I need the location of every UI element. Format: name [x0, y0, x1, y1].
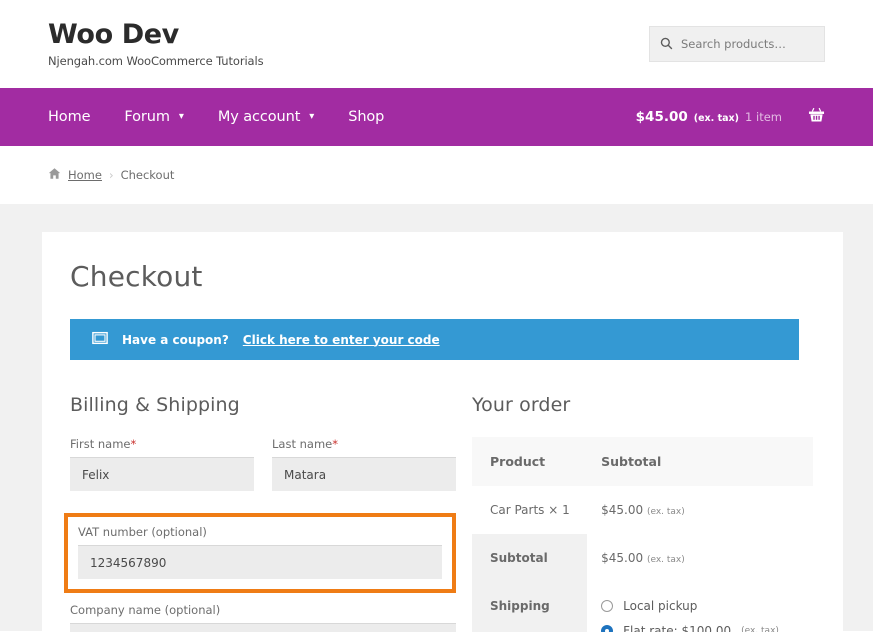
coupon-notice[interactable]: Have a coupon? Click here to enter your … — [70, 319, 799, 360]
coupon-text: Have a coupon? — [122, 332, 229, 347]
line-item-tax-note: (ex. tax) — [646, 507, 685, 517]
required-marker: * — [332, 437, 338, 451]
shipping-option-tax-note: (ex. tax) — [741, 626, 779, 632]
last-name-label: Last name* — [272, 437, 456, 451]
breadcrumb: Home › Checkout — [0, 146, 873, 204]
product-search-box[interactable] — [649, 26, 825, 62]
field-first-name: First name* — [70, 437, 254, 491]
site-tagline: Njengah.com WooCommerce Tutorials — [48, 54, 264, 69]
shipping-option-flat-rate[interactable]: Flat rate: $100.00 (ex. tax) — [601, 624, 813, 632]
radio-local-pickup[interactable] — [601, 600, 614, 612]
cart-item-count: 1 item — [745, 110, 782, 124]
cart-tax-note: (ex. tax) — [693, 113, 740, 124]
shipping-option-label: Local pickup — [623, 599, 698, 613]
order-table-header-row: Product Subtotal — [472, 437, 813, 486]
line-item-price-cell: $45.00 (ex. tax) — [587, 486, 813, 534]
radio-flat-rate[interactable] — [601, 625, 614, 632]
order-table-head: Product Subtotal — [472, 437, 813, 486]
table-row-subtotal: Subtotal $45.00 (ex. tax) — [472, 534, 813, 582]
content-card: Checkout Have a coupon? Click here to en… — [42, 232, 843, 632]
breadcrumb-separator: › — [108, 168, 114, 182]
vat-number-highlight-box: VAT number (optional) — [64, 513, 456, 593]
home-icon — [48, 167, 61, 183]
first-name-input[interactable] — [70, 457, 254, 491]
nav-item-label: Shop — [348, 109, 385, 125]
page-body: Checkout Have a coupon? Click here to en… — [0, 204, 873, 632]
nav-item-my-account[interactable]: My account ▾ — [218, 109, 314, 125]
first-name-label: First name* — [70, 437, 254, 451]
shopping-basket-icon[interactable] — [808, 107, 825, 127]
shipping-label: Shipping — [472, 582, 588, 632]
ticket-icon — [92, 331, 108, 348]
subtotal-label: Subtotal — [472, 534, 588, 582]
shipping-option-local-pickup[interactable]: Local pickup — [601, 599, 813, 613]
vat-number-label: VAT number (optional) — [78, 525, 207, 539]
field-vat-number: VAT number (optional) — [78, 525, 442, 579]
vat-number-input[interactable] — [78, 545, 442, 579]
search-icon — [660, 35, 673, 54]
name-row: First name* Last name* — [70, 437, 456, 507]
search-input[interactable] — [681, 37, 814, 51]
subtotal-price: $45.00 — [601, 551, 644, 565]
cart-area: $45.00 (ex. tax) 1 item — [636, 107, 825, 127]
line-item-quantity: × 1 — [548, 503, 570, 517]
chevron-down-icon: ▾ — [178, 111, 184, 122]
nav-item-forum[interactable]: Forum ▾ — [124, 109, 184, 125]
company-name-label: Company name (optional) — [70, 603, 221, 617]
shipping-options-cell: Local pickup Flat rate: $100.00 (ex. tax… — [587, 582, 813, 632]
line-item-name: Car Parts — [490, 503, 545, 517]
subtotal-value-cell: $45.00 (ex. tax) — [587, 534, 813, 582]
required-marker: * — [130, 437, 137, 451]
column-header-subtotal: Subtotal — [587, 437, 813, 486]
nav-item-label: Home — [48, 109, 91, 125]
shipping-option-label: Flat rate: $100.00 — [623, 624, 732, 632]
billing-shipping-section: Billing & Shipping First name* Last name… — [56, 394, 456, 632]
column-header-product: Product — [472, 437, 588, 486]
billing-heading: Billing & Shipping — [70, 394, 240, 416]
coupon-enter-code-link[interactable]: Click here to enter your code — [243, 333, 440, 347]
checkout-columns: Billing & Shipping First name* Last name… — [56, 394, 813, 632]
field-last-name: Last name* — [272, 437, 456, 491]
site-branding[interactable]: Woo Dev Njengah.com WooCommerce Tutorial… — [48, 18, 264, 69]
subtotal-tax-note: (ex. tax) — [646, 555, 685, 565]
page-title: Checkout — [70, 260, 203, 293]
nav-list: Home Forum ▾ My account ▾ Shop — [48, 109, 384, 125]
table-row-line-item: Car Parts × 1 $45.00 (ex. tax) — [472, 486, 813, 534]
breadcrumb-home-link[interactable]: Home — [68, 168, 102, 182]
field-company-name: Company name (optional) — [70, 603, 456, 632]
your-order-section: Your order Product Subtotal Car Parts × … — [472, 394, 813, 632]
order-heading: Your order — [472, 394, 571, 416]
site-header: Woo Dev Njengah.com WooCommerce Tutorial… — [0, 0, 873, 88]
last-name-input[interactable] — [272, 457, 456, 491]
order-review-table: Product Subtotal Car Parts × 1 $45.00 (e… — [472, 437, 813, 632]
nav-item-home[interactable]: Home — [48, 109, 91, 125]
last-name-label-text: Last name — [272, 437, 333, 451]
nav-item-shop[interactable]: Shop — [348, 109, 384, 125]
company-name-input[interactable] — [70, 623, 456, 632]
first-name-label-text: First name — [70, 437, 131, 451]
site-title: Woo Dev — [48, 18, 179, 50]
cart-summary-link[interactable]: $45.00 (ex. tax) 1 item — [636, 109, 782, 125]
order-table-body: Car Parts × 1 $45.00 (ex. tax) Subtotal — [472, 486, 813, 632]
line-item-price: $45.00 — [601, 503, 644, 517]
primary-navigation: Home Forum ▾ My account ▾ Shop $45.00 (e… — [0, 88, 873, 146]
nav-item-label: Forum — [124, 109, 170, 125]
table-row-shipping: Shipping Local pickup Flat rate: $100.00… — [472, 582, 813, 632]
chevron-down-icon: ▾ — [309, 111, 315, 122]
line-item-name-cell: Car Parts × 1 — [472, 486, 588, 534]
nav-item-label: My account — [217, 109, 301, 125]
breadcrumb-current: Checkout — [120, 168, 175, 182]
cart-amount: $45.00 — [635, 109, 688, 125]
